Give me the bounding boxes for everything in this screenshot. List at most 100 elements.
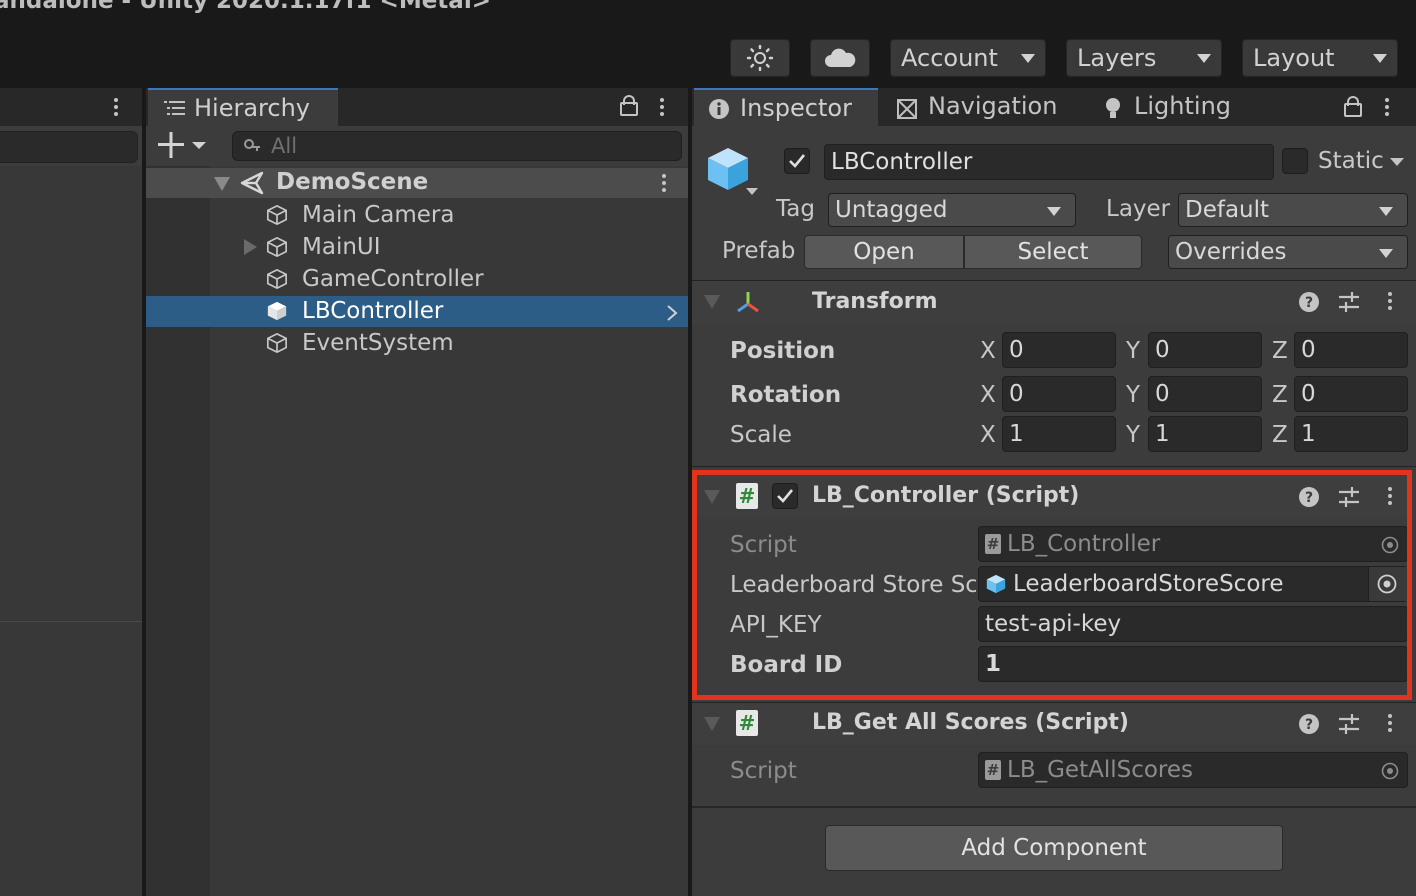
tab-inspector[interactable]: Inspector	[694, 88, 878, 126]
hierarchy-item[interactable]: LBController	[266, 295, 443, 327]
rotation-z-field[interactable]: 0	[1294, 376, 1408, 412]
transform-header[interactable]: Transform ?	[692, 281, 1416, 323]
hierarchy-item[interactable]: Main Camera	[266, 199, 454, 231]
account-dropdown[interactable]: Account	[890, 39, 1046, 77]
tab-navigation[interactable]: Navigation	[894, 88, 1074, 126]
hierarchy-search-input[interactable]: All	[232, 131, 682, 161]
scale-x-field[interactable]: 1	[1002, 416, 1116, 452]
scene-search-input[interactable]	[0, 131, 138, 163]
layout-label: Layout	[1253, 44, 1335, 72]
scale-z-field[interactable]: 1	[1294, 416, 1408, 452]
board-id-input[interactable]: 1	[978, 646, 1408, 682]
overrides-dropdown[interactable]: Overrides	[1168, 235, 1408, 269]
menu-dots-icon[interactable]	[1388, 292, 1392, 313]
lock-icon[interactable]	[620, 95, 638, 116]
icon-dropdown-arrow[interactable]	[746, 188, 758, 195]
script-object-field[interactable]: # LB_GetAllScores	[978, 752, 1408, 788]
window-title: andalone - Unity 2020.1.17f1 <Metal>	[0, 0, 491, 14]
object-name-field[interactable]: LBController	[824, 144, 1274, 180]
position-z-field[interactable]: 0	[1294, 332, 1408, 368]
position-y-field[interactable]: 0	[1148, 332, 1262, 368]
script-object-field[interactable]: # LB_Controller	[978, 526, 1408, 562]
lock-icon[interactable]	[1344, 96, 1362, 117]
chevron-right-icon[interactable]	[666, 304, 678, 322]
rotation-y-field[interactable]: 0	[1148, 376, 1262, 412]
preset-sliders-icon[interactable]	[1338, 486, 1360, 508]
layers-dropdown[interactable]: Layers	[1066, 39, 1222, 77]
svg-text:?: ?	[1305, 295, 1313, 311]
gameobject-icon	[267, 333, 287, 353]
inspector-panel: Inspector Navigation Lighting LBControll…	[692, 88, 1416, 896]
help-icon[interactable]: ?	[1298, 486, 1320, 508]
add-component-button[interactable]: Add Component	[825, 825, 1283, 871]
scale-y-field[interactable]: 1	[1148, 416, 1262, 452]
active-checkbox[interactable]	[784, 148, 810, 174]
axis-x-label: X	[980, 338, 996, 364]
prefab-open-button[interactable]: Open	[804, 235, 964, 269]
static-checkbox[interactable]	[1282, 148, 1308, 174]
gameobject-icon	[267, 269, 287, 289]
lb-get-all-title: LB_Get All Scores (Script)	[812, 710, 1129, 735]
divider	[692, 466, 1416, 467]
chevron-down-icon	[1379, 207, 1393, 216]
api-key-value: test-api-key	[985, 611, 1122, 637]
help-icon[interactable]: ?	[1298, 713, 1320, 735]
collapse-arrow-icon[interactable]	[704, 717, 720, 731]
scene-row[interactable]: DemoScene	[146, 168, 688, 198]
scene-tabbar	[0, 88, 142, 126]
lb-get-all-header[interactable]: # LB_Get All Scores (Script) ?	[692, 703, 1416, 745]
prefab-select-button[interactable]: Select	[964, 235, 1142, 269]
rotation-label: Rotation	[730, 382, 842, 408]
expand-arrow-icon[interactable]	[244, 239, 257, 255]
api-key-input[interactable]: test-api-key	[978, 606, 1408, 642]
rotation-x-value: 0	[1009, 381, 1024, 407]
check-icon	[789, 154, 806, 168]
tab-lighting-label: Lighting	[1134, 92, 1232, 120]
services-button[interactable]	[730, 39, 790, 77]
collapse-arrow-icon[interactable]	[704, 295, 720, 309]
create-button[interactable]	[158, 132, 210, 162]
object-picker-icon[interactable]	[1381, 762, 1399, 780]
expand-arrow-icon[interactable]	[214, 177, 230, 191]
object-picker-icon	[1377, 574, 1397, 594]
layout-dropdown[interactable]: Layout	[1242, 39, 1398, 77]
leaderboard-store-field[interactable]: LeaderboardStoreScore	[978, 566, 1408, 602]
overrides-value: Overrides	[1175, 239, 1287, 265]
menu-dots-icon[interactable]	[660, 98, 664, 119]
object-picker-icon[interactable]	[1381, 536, 1399, 554]
hierarchy-item[interactable]: EventSystem	[266, 327, 454, 359]
tree-gutter	[146, 166, 210, 896]
tag-dropdown[interactable]: Untagged	[828, 193, 1076, 227]
search-placeholder: All	[271, 134, 298, 158]
component-enabled-checkbox[interactable]	[772, 483, 798, 509]
preset-sliders-icon[interactable]	[1338, 291, 1360, 313]
script-value: LB_Controller	[1007, 531, 1161, 557]
menu-dots-icon[interactable]	[662, 174, 666, 195]
menu-dots-icon[interactable]	[1388, 714, 1392, 735]
chevron-down-icon	[1373, 54, 1387, 63]
help-icon[interactable]: ?	[1298, 291, 1320, 313]
object-picker-button[interactable]	[1368, 567, 1407, 601]
position-x-field[interactable]: 0	[1002, 332, 1116, 368]
preset-sliders-icon[interactable]	[1338, 713, 1360, 735]
open-label: Open	[853, 239, 915, 265]
tab-hierarchy[interactable]: Hierarchy	[148, 88, 338, 126]
collapse-arrow-icon[interactable]	[704, 490, 720, 504]
menu-dots-icon[interactable]	[114, 98, 118, 119]
tab-hierarchy-label: Hierarchy	[194, 94, 311, 122]
axis-y-label: Y	[1126, 382, 1141, 408]
position-y-value: 0	[1155, 337, 1170, 363]
menu-dots-icon[interactable]	[1385, 98, 1389, 119]
layer-dropdown[interactable]: Default	[1178, 193, 1408, 227]
lb-controller-header[interactable]: # LB_Controller (Script) ?	[692, 474, 1416, 518]
hierarchy-item-selected[interactable]: LBController	[146, 296, 688, 327]
tab-lighting[interactable]: Lighting	[1102, 88, 1252, 126]
menu-dots-icon[interactable]	[1388, 487, 1392, 508]
gameobject-icon	[267, 237, 287, 257]
static-dropdown-arrow[interactable]	[1390, 158, 1404, 166]
hierarchy-item[interactable]: MainUI	[266, 231, 381, 263]
cloud-button[interactable]	[810, 39, 870, 77]
scale-label: Scale	[730, 422, 792, 448]
hierarchy-item[interactable]: GameController	[266, 263, 484, 295]
rotation-x-field[interactable]: 0	[1002, 376, 1116, 412]
